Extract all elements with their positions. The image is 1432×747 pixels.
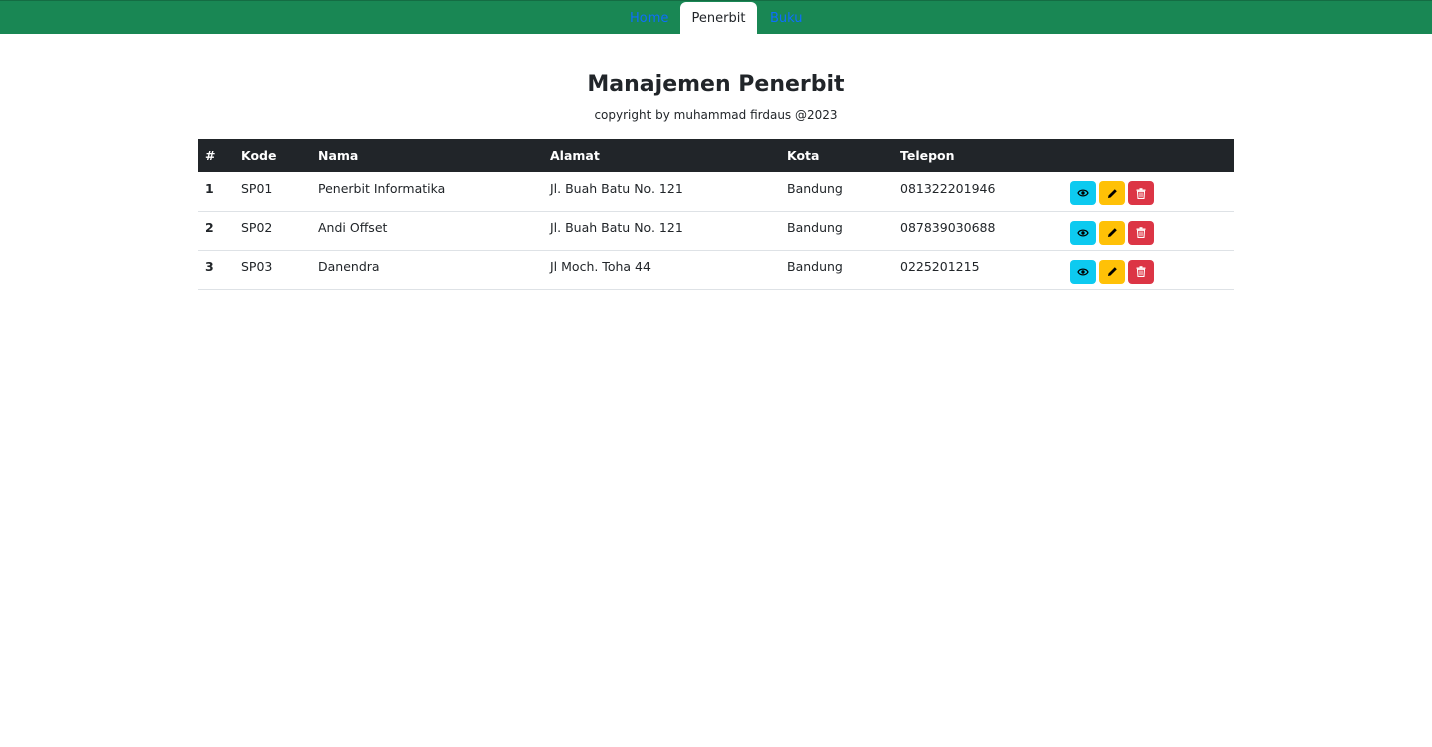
cell-kota: Bandung [780,172,893,212]
row-number: 2 [205,220,214,235]
page-title: Manajemen Penerbit [587,72,845,97]
row-number: 1 [205,180,214,196]
cell-kode: SP03 [234,250,311,290]
publisher-name: Danendra [318,259,380,274]
table-row: 3 SP03 Danendra Jl Moch. Toha 44 Bandung… [198,250,1234,290]
cell-actions [1063,211,1234,251]
row-actions [1070,220,1227,245]
row-actions [1070,259,1227,284]
column-header-nama: Nama [311,139,543,172]
tab-buku[interactable]: Buku [770,2,803,35]
eye-icon [1077,229,1089,236]
publisher-address: Jl. Buah Batu No. 121 [550,220,683,235]
column-header-alamat: Alamat [543,139,780,172]
publisher-address: Jl Moch. Toha 44 [550,259,651,274]
delete-button[interactable] [1128,259,1154,284]
cell-actions [1063,250,1234,290]
publisher-city: Bandung [787,180,843,196]
tab-penerbit[interactable]: Penerbit [680,2,757,35]
publisher-code: SP01 [241,180,273,196]
cell-kode: SP01 [234,172,311,212]
edit-button[interactable] [1099,259,1125,284]
view-button[interactable] [1070,220,1096,245]
nav-tabs: Home Penerbit Buku [0,1,1432,35]
publisher-city: Bandung [787,220,843,235]
column-header-actions [1063,139,1234,172]
cell-alamat: Jl. Buah Batu No. 121 [543,211,780,251]
table-row: 1 SP01 Penerbit Informatika Jl. Buah Bat… [198,172,1234,212]
page-subtitle: copyright by muhammad firdaus @2023 [594,108,838,122]
pencil-icon [1107,188,1117,198]
delete-button[interactable] [1128,220,1154,245]
pencil-icon [1107,228,1117,237]
view-button[interactable] [1070,259,1096,284]
publisher-phone: 087839030688 [900,220,996,235]
cell-nama: Penerbit Informatika [311,172,543,212]
publisher-code: SP03 [241,259,273,274]
column-header-telepon: Telepon [893,139,1063,172]
table-header-row: # Kode Nama Alamat Kota Telepon [198,139,1234,172]
publisher-table: # Kode Nama Alamat Kota Telepon 1 SP01 P… [198,139,1234,290]
edit-button[interactable] [1099,220,1125,245]
cell-telepon: 0225201215 [893,250,1063,290]
cell-telepon: 081322201946 [893,172,1063,212]
trash-icon [1136,187,1146,199]
publisher-code: SP02 [241,220,273,235]
view-button[interactable] [1070,181,1096,206]
pencil-icon [1107,267,1117,276]
cell-actions [1063,172,1234,212]
publisher-name: Penerbit Informatika [318,180,446,196]
publisher-name: Andi Offset [318,220,388,235]
cell-alamat: Jl Moch. Toha 44 [543,250,780,290]
cell-number: 1 [198,172,234,212]
cell-kota: Bandung [780,211,893,251]
tab-home[interactable]: Home [630,2,668,35]
cell-alamat: Jl. Buah Batu No. 121 [543,172,780,212]
eye-icon [1077,268,1089,275]
cell-telepon: 087839030688 [893,211,1063,251]
table-body: 1 SP01 Penerbit Informatika Jl. Buah Bat… [198,172,1234,290]
cell-nama: Andi Offset [311,211,543,251]
column-header-kota: Kota [780,139,893,172]
row-number: 3 [205,259,214,274]
cell-kode: SP02 [234,211,311,251]
trash-icon [1136,227,1146,238]
eye-icon [1077,189,1089,197]
edit-button[interactable] [1099,181,1125,206]
publisher-phone: 081322201946 [900,180,996,196]
table-row: 2 SP02 Andi Offset Jl. Buah Batu No. 121… [198,211,1234,251]
navbar: Home Penerbit Buku [0,0,1432,35]
delete-button[interactable] [1128,181,1154,206]
publisher-phone: 0225201215 [900,259,980,274]
cell-number: 2 [198,211,234,251]
row-actions [1070,181,1227,206]
cell-kota: Bandung [780,250,893,290]
column-header-number: # [198,139,234,172]
publisher-address: Jl. Buah Batu No. 121 [550,180,683,196]
column-header-kode: Kode [234,139,311,172]
publisher-city: Bandung [787,259,843,274]
trash-icon [1136,266,1146,277]
table-header: # Kode Nama Alamat Kota Telepon [198,139,1234,172]
cell-number: 3 [198,250,234,290]
cell-nama: Danendra [311,250,543,290]
